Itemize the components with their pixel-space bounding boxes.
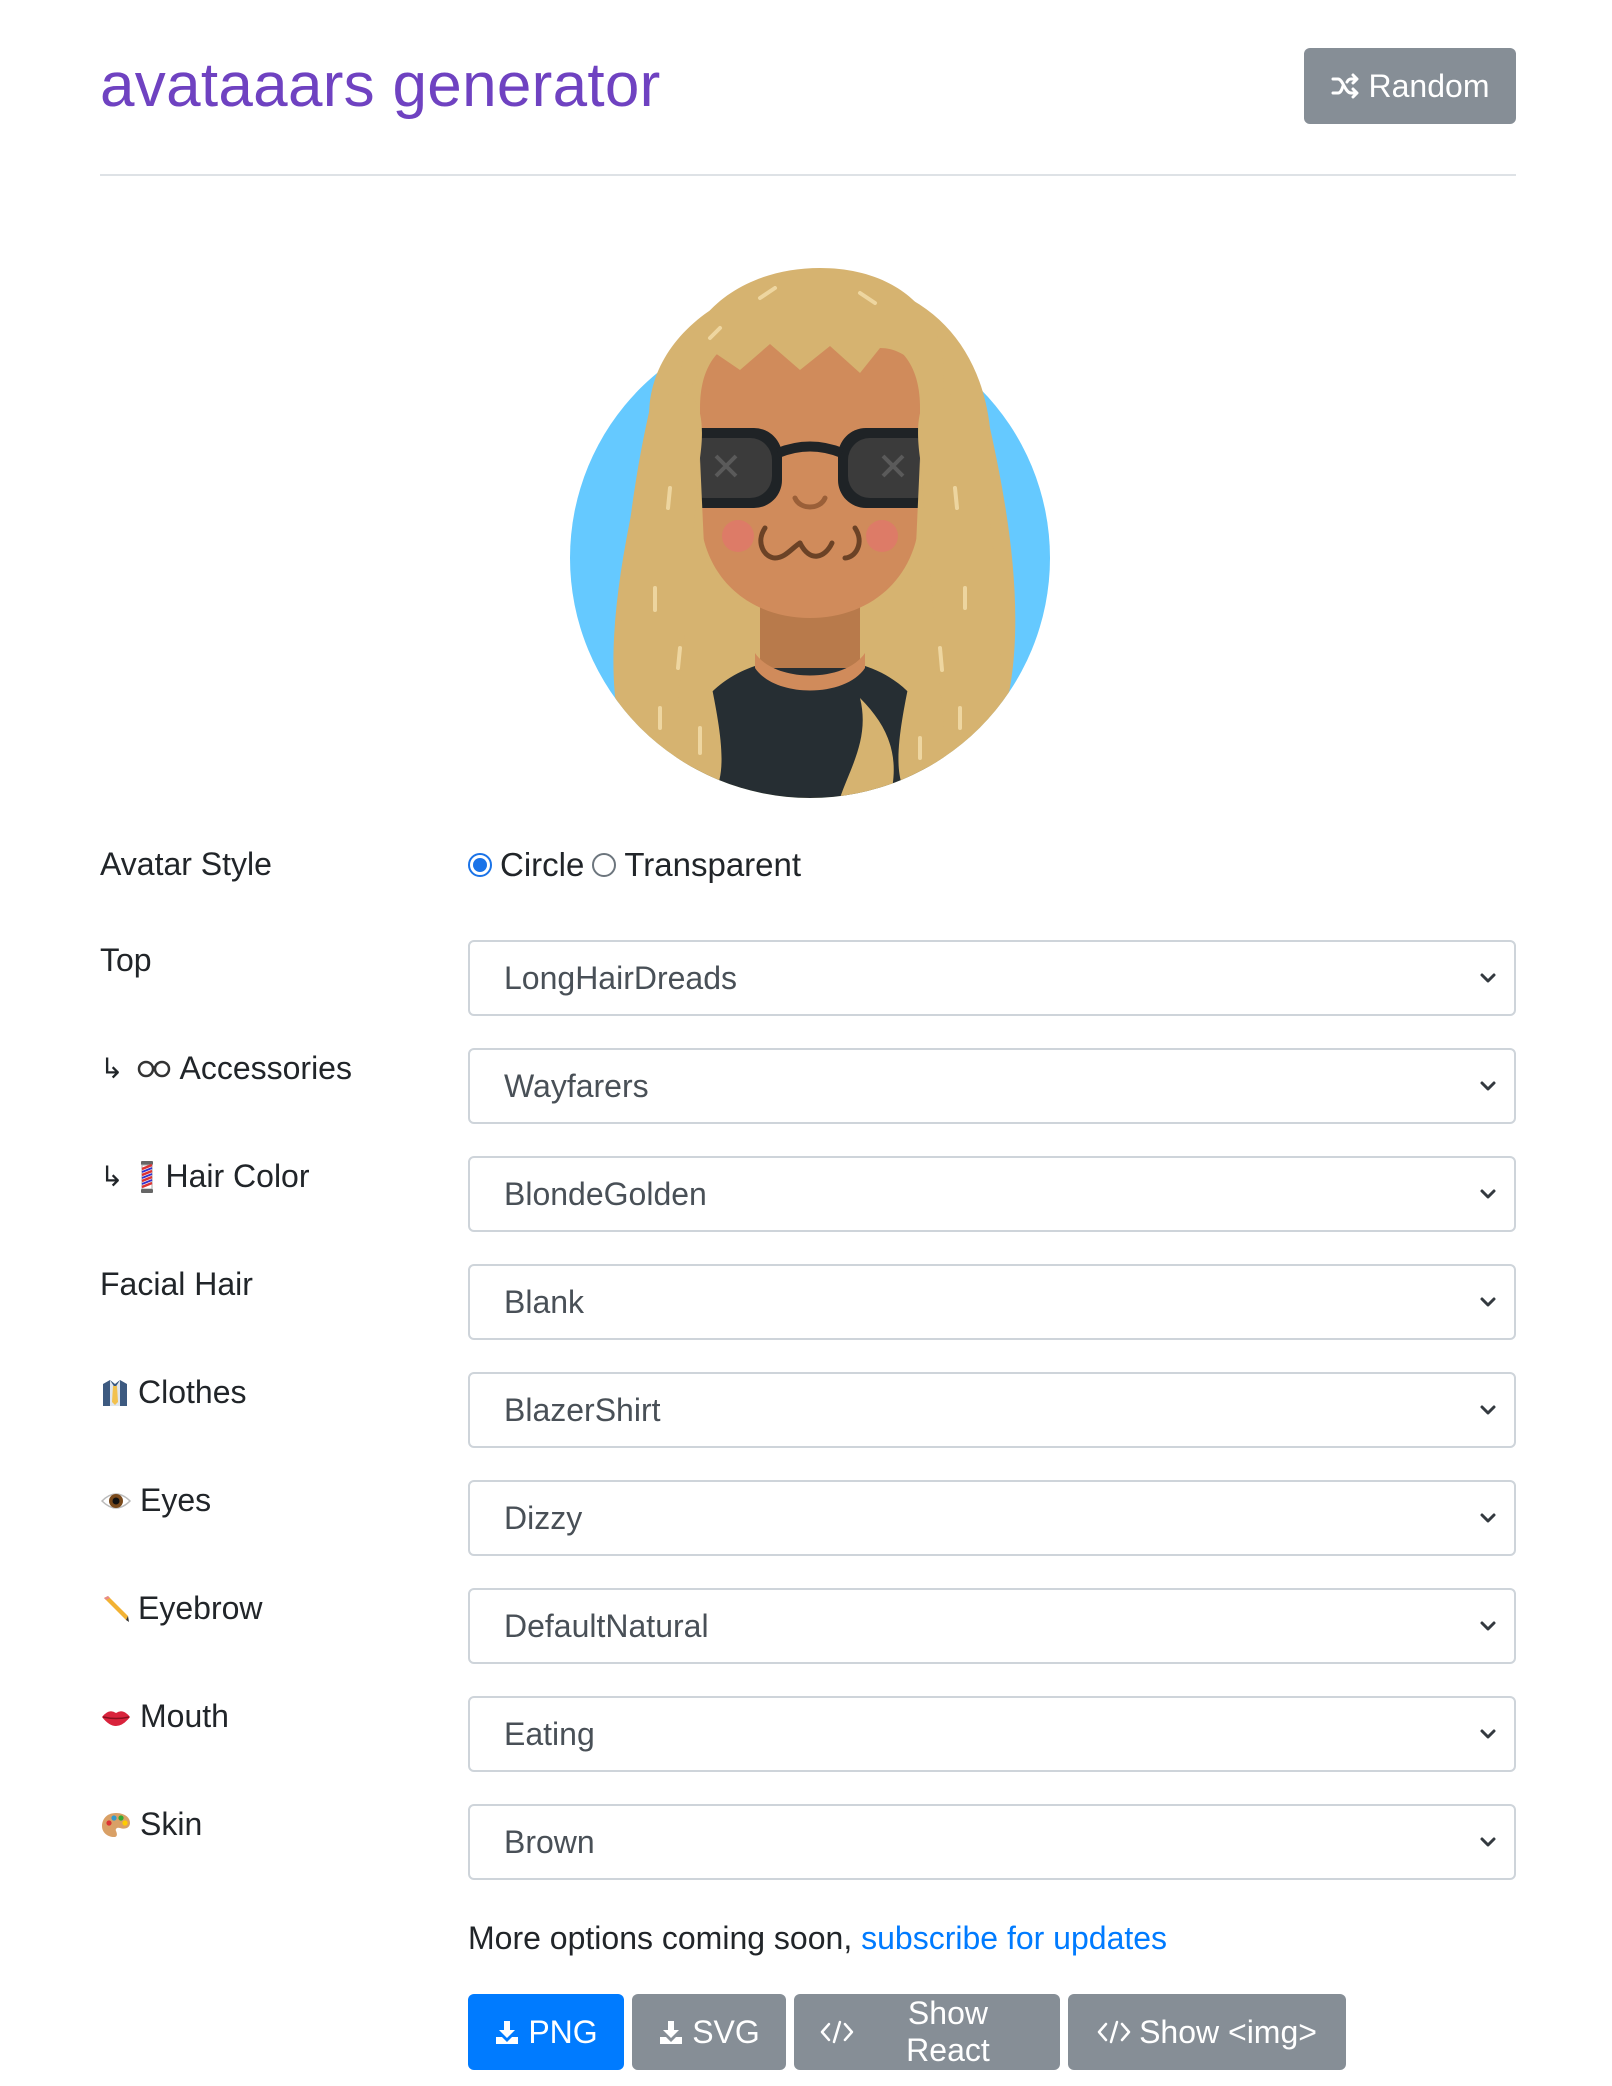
download-svg-button[interactable]: SVG <box>632 1994 786 2070</box>
clothes-label-text: Clothes <box>138 1374 247 1410</box>
necktie-shirt-icon <box>103 1379 127 1406</box>
glasses-icon <box>138 1060 171 1077</box>
show-img-button[interactable]: Show <img> <box>1068 1994 1346 2070</box>
chevron-down-icon <box>1480 1297 1496 1307</box>
more-options-label: More options coming soon, <box>468 1920 862 1956</box>
radio-circle-label[interactable]: Circle <box>500 846 584 884</box>
facial-hair-label-text: Facial Hair <box>100 1266 253 1302</box>
chevron-down-icon <box>1480 1405 1496 1415</box>
eyes-label: Eyes <box>100 1482 211 1519</box>
accessories-label: ↳ Accessories <box>100 1050 352 1087</box>
shuffle-icon <box>1331 73 1359 99</box>
sub-arrow-icon: ↳ <box>100 1052 124 1085</box>
skin-select[interactable]: Brown <box>468 1804 1516 1880</box>
facial-hair-label: Facial Hair <box>100 1266 253 1303</box>
mouth-select-value: Eating <box>504 1715 595 1752</box>
radio-circle[interactable] <box>468 853 492 877</box>
eyes-select[interactable]: Dizzy <box>468 1480 1516 1556</box>
mouth-label-text: Mouth <box>140 1698 229 1734</box>
clothes-select[interactable]: BlazerShirt <box>468 1372 1516 1448</box>
hair-color-label: ↳ Hair Color <box>100 1158 310 1195</box>
avatar-preview <box>560 258 1060 808</box>
avatar-image <box>570 268 1050 798</box>
download-icon <box>496 2021 519 2044</box>
top-select[interactable]: LongHairDreads <box>468 940 1516 1016</box>
export-button-row: PNG SVG Show React Show <img> <box>468 1994 1346 2070</box>
accessories-label-text: Accessories <box>179 1050 352 1086</box>
skin-label-text: Skin <box>140 1806 203 1842</box>
more-options-text: More options coming soon, subscribe for … <box>468 1920 1167 1957</box>
clothes-select-value: BlazerShirt <box>504 1391 661 1428</box>
radio-transparent[interactable] <box>592 853 617 877</box>
hair-color-label-text: Hair Color <box>165 1158 310 1194</box>
top-label-text: Top <box>100 942 152 978</box>
page-title: avataaars generator <box>100 51 661 120</box>
facial-hair-select[interactable]: Blank <box>468 1264 1516 1340</box>
pencil-icon <box>104 1595 129 1622</box>
random-label: Random <box>1368 67 1490 104</box>
accessories-select-value: Wayfarers <box>504 1067 649 1104</box>
avatar-style-label-text: Avatar Style <box>100 846 272 882</box>
mouth-select[interactable]: Eating <box>468 1696 1516 1772</box>
eyebrow-label: Eyebrow <box>100 1590 263 1627</box>
avatar-style-label: Avatar Style <box>100 846 272 883</box>
download-png-button[interactable]: PNG <box>468 1994 624 2070</box>
show-react-button[interactable]: Show React <box>794 1994 1060 2070</box>
lips-icon <box>102 1710 130 1726</box>
chevron-down-icon <box>1480 1081 1496 1091</box>
eyebrow-label-text: Eyebrow <box>138 1590 263 1626</box>
skin-label: Skin <box>100 1806 202 1843</box>
chevron-down-icon <box>1480 1729 1496 1739</box>
eyebrow-select[interactable]: DefaultNatural <box>468 1588 1516 1664</box>
mouth-label: Mouth <box>100 1698 229 1735</box>
skin-select-value: Brown <box>504 1823 595 1860</box>
chevron-down-icon <box>1480 1189 1496 1199</box>
download-icon <box>660 2021 683 2044</box>
show-react-label: Show React <box>906 1995 990 2068</box>
hair-color-select[interactable]: BlondeGolden <box>468 1156 1516 1232</box>
page: avataaars generator Random Avatar Style … <box>0 0 1612 2086</box>
show-img-label: Show <img> <box>1139 2013 1317 2050</box>
eyes-label-text: Eyes <box>140 1482 212 1518</box>
eyes-select-value: Dizzy <box>504 1499 583 1536</box>
chevron-down-icon <box>1480 1837 1496 1847</box>
sub-arrow-icon: ↳ <box>100 1160 124 1193</box>
chevron-down-icon <box>1480 973 1496 983</box>
hair-color-select-value: BlondeGolden <box>504 1175 707 1212</box>
avatar-style-radio-group: Circle Transparent <box>468 846 809 884</box>
svg-label: SVG <box>692 2013 760 2050</box>
random-button[interactable]: Random <box>1304 48 1516 124</box>
eye-icon <box>100 1492 132 1509</box>
top-label: Top <box>100 942 152 979</box>
code-icon <box>1097 2020 1131 2044</box>
top-select-value: LongHairDreads <box>504 959 738 996</box>
palette-icon <box>102 1812 130 1837</box>
code-icon <box>820 2020 854 2044</box>
clothes-label: Clothes <box>100 1374 247 1411</box>
header: avataaars generator Random <box>100 40 1516 176</box>
radio-transparent-label[interactable]: Transparent <box>624 846 801 884</box>
eyebrow-select-value: DefaultNatural <box>504 1607 709 1644</box>
chevron-down-icon <box>1480 1621 1496 1631</box>
barber-pole-icon <box>141 1160 154 1193</box>
png-label: PNG <box>528 2013 598 2050</box>
accessories-select[interactable]: Wayfarers <box>468 1048 1516 1124</box>
chevron-down-icon <box>1480 1513 1496 1523</box>
facial-hair-select-value: Blank <box>504 1283 585 1320</box>
subscribe-link[interactable]: subscribe for updates <box>861 1920 1167 1956</box>
